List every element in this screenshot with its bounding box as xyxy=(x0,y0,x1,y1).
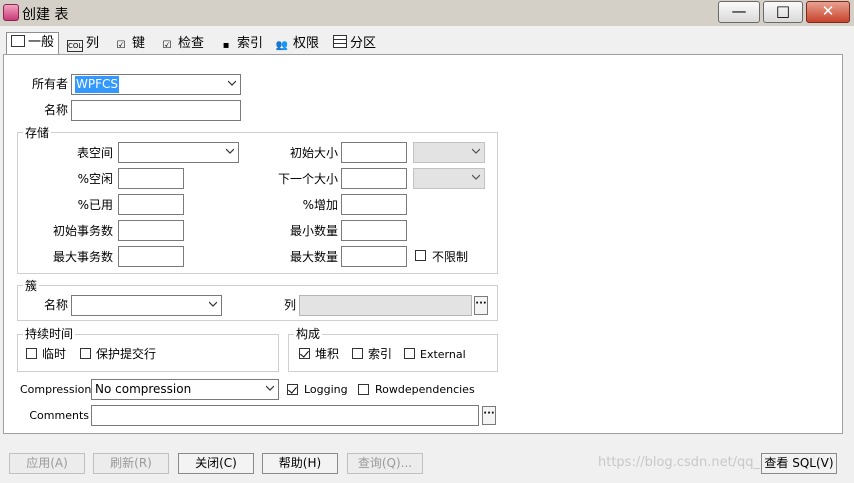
tab-partitions-label: 分区 xyxy=(350,36,377,51)
cluster-columns-browse-button[interactable]: ··· xyxy=(474,296,488,315)
pctincrease-label: %增加 xyxy=(302,198,338,212)
cluster-name-label: 名称 xyxy=(43,298,68,312)
logging-label: Logging xyxy=(304,383,348,396)
chevron-down-icon xyxy=(226,148,234,154)
owner-select[interactable]: WPFCS xyxy=(71,74,241,95)
external-label: External xyxy=(420,348,466,361)
window-title: 创建 表 xyxy=(22,7,69,23)
minextents-input[interactable] xyxy=(341,220,407,241)
apply-button[interactable]: 应用(A) xyxy=(9,453,85,474)
database-icon xyxy=(3,4,19,21)
name-input[interactable] xyxy=(71,100,241,121)
pctfree-label: %空闲 xyxy=(77,172,113,186)
owner-value: WPFCS xyxy=(75,76,119,93)
close-window-button[interactable]: ✕ xyxy=(806,1,850,23)
cluster-title: 簇 xyxy=(23,279,40,293)
compression-label: Compression xyxy=(20,383,92,396)
cluster-name-select[interactable] xyxy=(71,295,222,316)
chevron-down-icon xyxy=(209,301,217,307)
minimize-button[interactable]: — xyxy=(718,1,760,23)
key-check-icon: ☑ xyxy=(116,40,126,51)
tablespace-label: 表空间 xyxy=(76,146,113,160)
comments-browse-button[interactable]: ··· xyxy=(482,406,496,425)
query-button[interactable]: 查询(Q)... xyxy=(347,453,423,474)
tab-privileges-label: 权限 xyxy=(293,36,320,51)
index-organized-label: 索引 xyxy=(368,347,393,361)
grid-icon xyxy=(333,35,347,48)
chevron-down-icon xyxy=(228,80,236,86)
cluster-columns-input[interactable] xyxy=(299,295,472,316)
initial-size-label: 初始大小 xyxy=(289,146,338,160)
next-size-label: 下一个大小 xyxy=(277,172,338,186)
pctused-input[interactable] xyxy=(118,194,184,215)
tab-privileges[interactable]: 👥 权限 xyxy=(274,34,319,54)
maxtrans-input[interactable] xyxy=(118,246,184,267)
tab-indexes-label: 索引 xyxy=(237,36,264,51)
heap-checkbox[interactable] xyxy=(299,348,310,359)
name-label: 名称 xyxy=(43,103,68,117)
pctfree-input[interactable] xyxy=(118,168,184,189)
close-button[interactable]: 关闭(C) xyxy=(178,453,254,474)
external-checkbox[interactable] xyxy=(404,348,415,359)
tab-columns[interactable]: COL 列 xyxy=(67,34,99,54)
chevron-down-icon xyxy=(266,385,274,391)
title-bar: 创建 表 — □ ✕ xyxy=(0,0,854,26)
users-icon: 👥 xyxy=(275,40,289,51)
rowdependencies-checkbox[interactable] xyxy=(358,384,369,395)
comments-label: Comments xyxy=(29,409,89,422)
check-icon: ☑ xyxy=(162,40,172,51)
next-size-input[interactable] xyxy=(341,168,407,189)
column-icon: COL xyxy=(67,40,83,52)
unlimited-label: 不限制 xyxy=(432,250,469,264)
pctincrease-input[interactable] xyxy=(341,194,407,215)
rowdependencies-label: Rowdependencies xyxy=(375,383,475,396)
heap-label: 堆积 xyxy=(315,347,340,361)
minextents-label: 最小数量 xyxy=(289,224,338,238)
preserve-rows-label: 保护提交行 xyxy=(96,347,157,361)
initrans-input[interactable] xyxy=(118,220,184,241)
tab-keys[interactable]: ☑ 键 xyxy=(113,34,146,54)
index-organized-checkbox[interactable] xyxy=(352,348,363,359)
preserve-rows-checkbox[interactable] xyxy=(80,348,91,359)
temporary-checkbox[interactable] xyxy=(26,348,37,359)
tab-partitions[interactable]: 分区 xyxy=(333,34,376,54)
maximize-button[interactable]: □ xyxy=(763,1,803,23)
view-sql-button[interactable]: 查看 SQL(V) xyxy=(761,453,837,474)
compression-select[interactable]: No compression xyxy=(91,379,279,400)
comments-input[interactable] xyxy=(91,405,479,426)
maxextents-label: 最大数量 xyxy=(289,250,338,264)
organization-title: 构成 xyxy=(294,327,323,341)
pctused-label: %已用 xyxy=(77,198,113,212)
maxextents-input[interactable] xyxy=(341,246,407,267)
initrans-label: 初始事务数 xyxy=(52,224,113,238)
compression-value: No compression xyxy=(95,382,192,396)
initial-size-unit-select[interactable] xyxy=(413,142,485,163)
initial-size-input[interactable] xyxy=(341,142,407,163)
chevron-down-icon xyxy=(472,174,480,180)
maxtrans-label: 最大事务数 xyxy=(52,250,113,264)
help-button[interactable]: 帮助(H) xyxy=(262,453,338,474)
tab-general-label: 一般 xyxy=(28,35,55,50)
duration-title: 持续时间 xyxy=(23,327,76,341)
logging-checkbox[interactable] xyxy=(287,384,298,395)
index-icon: ▪ xyxy=(222,40,230,51)
tab-general[interactable]: 一般 xyxy=(6,32,60,54)
next-size-unit-select[interactable] xyxy=(413,168,485,189)
unlimited-checkbox[interactable] xyxy=(415,250,426,261)
owner-label: 所有者 xyxy=(31,77,68,91)
tablespace-select[interactable] xyxy=(118,142,239,163)
tab-keys-label: 键 xyxy=(132,36,146,51)
storage-title: 存储 xyxy=(23,126,52,140)
tab-columns-label: 列 xyxy=(86,36,100,51)
tab-indexes[interactable]: ▪ 索引 xyxy=(218,34,263,54)
refresh-button[interactable]: 刷新(R) xyxy=(93,453,169,474)
temporary-label: 临时 xyxy=(42,347,67,361)
chevron-down-icon xyxy=(472,148,480,154)
tab-checks[interactable]: ☑ 检查 xyxy=(159,34,205,54)
form-icon xyxy=(11,35,25,47)
tab-checks-label: 检查 xyxy=(178,36,205,51)
cluster-columns-label: 列 xyxy=(283,298,296,312)
